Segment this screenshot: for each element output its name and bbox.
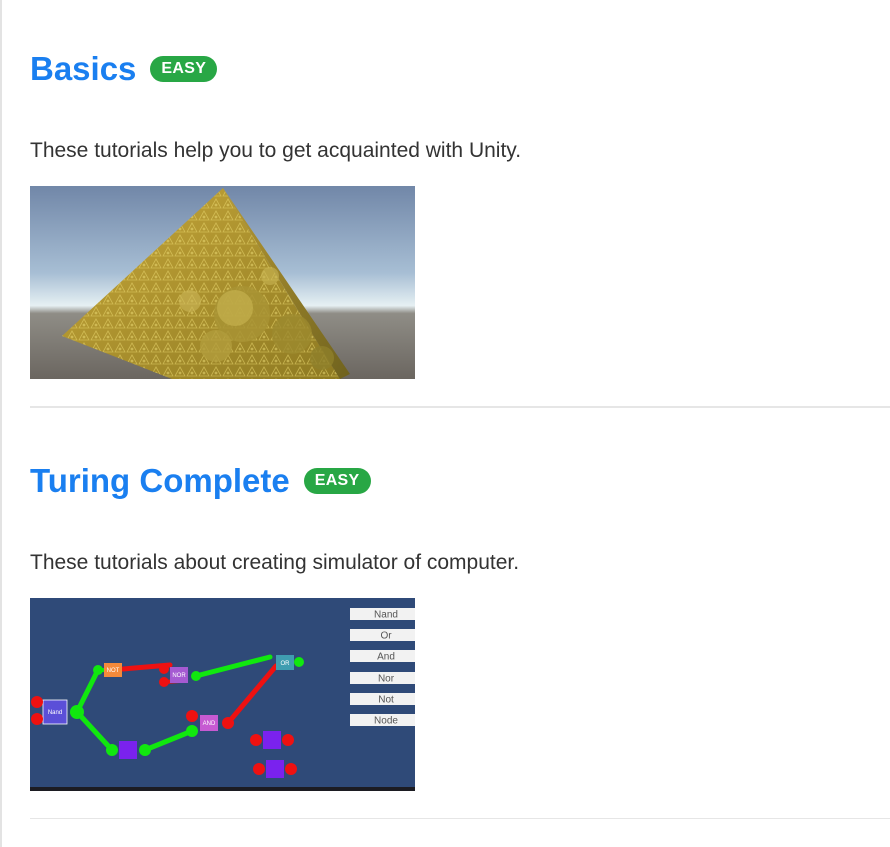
gate-label: Nand xyxy=(48,710,62,716)
section-description: These tutorials help you to get acquaint… xyxy=(30,139,522,162)
palette-button-label: Nor xyxy=(378,674,395,685)
palette-button-label: Not xyxy=(378,695,394,706)
gate-label: NOT xyxy=(107,668,120,674)
gate-label: AND xyxy=(203,721,216,727)
section-divider xyxy=(30,818,890,819)
section-divider xyxy=(30,406,890,408)
sierpinski-pyramid-thumbnail[interactable] xyxy=(30,186,415,379)
difficulty-badge: EASY xyxy=(303,468,371,494)
palette-button-label: Or xyxy=(380,631,392,642)
section-title-link[interactable]: Basics xyxy=(30,49,136,89)
palette-button-label: Node xyxy=(374,716,398,727)
node-block[interactable] xyxy=(266,760,284,778)
palette-button-label: And xyxy=(377,652,395,663)
section-header: Basics EASY xyxy=(30,49,218,89)
palette-button-label: Nand xyxy=(374,610,398,621)
node-block[interactable] xyxy=(119,741,137,759)
content-left-border xyxy=(0,0,2,847)
section-header: Turing Complete EASY xyxy=(30,461,371,501)
section-description: These tutorials about creating simulator… xyxy=(30,551,520,574)
gate-label: NOR xyxy=(172,673,186,679)
section-title-link[interactable]: Turing Complete xyxy=(30,461,290,501)
gate-label: OR xyxy=(281,661,291,667)
node-block[interactable] xyxy=(263,731,281,749)
difficulty-badge: EASY xyxy=(150,56,218,82)
logic-gate-simulator-thumbnail[interactable]: Nand Or And Nor Not Node NOT NOR OR Nand… xyxy=(30,598,415,791)
